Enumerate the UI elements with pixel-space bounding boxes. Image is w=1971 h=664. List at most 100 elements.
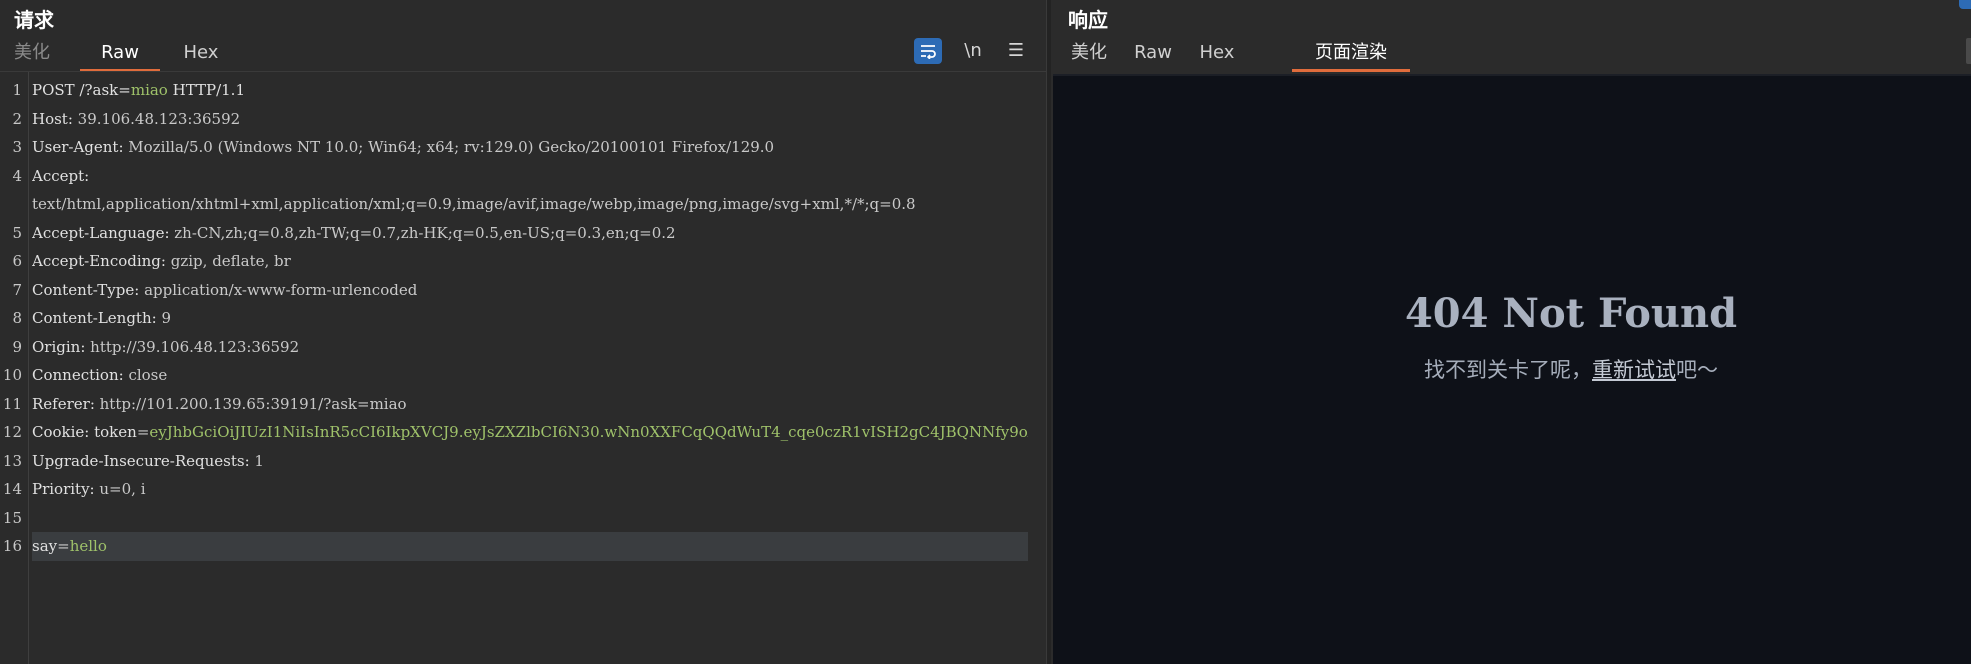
line-content: text/html,application/xhtml+xml,applicat… <box>32 190 1028 219</box>
request-pane-title: 请求 <box>14 8 54 32</box>
tab-pretty[interactable]: 美化 <box>1069 38 1109 72</box>
line-content: Accept-Language: zh-CN,zh;q=0.8,zh-TW;q=… <box>32 219 1028 248</box>
code-token: Accept-Language: <box>32 223 175 242</box>
not-found-message-tail: 吧～ <box>1676 358 1718 382</box>
code-token: Content-Length: <box>32 309 162 327</box>
code-line[interactable]: 4 Accept: <box>0 162 1046 191</box>
line-number: 3 <box>12 138 22 156</box>
wrap-lines-icon <box>921 45 936 60</box>
code-line[interactable]: 9 Origin: http://39.106.48.123:36592 <box>0 333 1046 362</box>
line-content: Accept-Encoding: gzip, deflate, br <box>32 247 1028 276</box>
line-content: Origin: http://39.106.48.123:36592 <box>32 333 1028 362</box>
line-number: 4 <box>12 166 22 185</box>
code-token: 9 <box>161 309 171 327</box>
code-token: 39.106.48.123:36592 <box>77 109 241 128</box>
request-pane: 请求 美化 Raw Hex \n ☰ 1 POST /?ask=miao HTTP… <box>0 0 1046 664</box>
code-token: zh-CN,zh;q=0.8,zh-TW;q=0.7,zh-HK;q=0.5,e… <box>174 223 676 242</box>
hamburger-menu-icon: ☰ <box>1007 40 1025 61</box>
line-content <box>32 504 1028 533</box>
retry-link[interactable]: 重新试试 <box>1592 358 1676 382</box>
tab-hex[interactable]: Hex <box>1191 38 1243 72</box>
line-number: 12 <box>2 423 22 441</box>
code-token: Upgrade-Insecure-Requests: <box>32 451 255 470</box>
rendered-page-view: 404 Not Found 找不到关卡了呢，重新试试吧～ <box>1053 74 1971 664</box>
code-token: POST /?ask= <box>32 81 131 99</box>
line-content: Content-Length: 9 <box>32 304 1028 333</box>
code-line[interactable]: 14 Priority: u=0, i <box>0 475 1046 504</box>
code-token: Accept: <box>32 166 90 185</box>
code-token: = <box>57 537 70 555</box>
code-line[interactable]: 5 Accept-Language: zh-CN,zh;q=0.8,zh-TW;q… <box>0 219 1046 248</box>
line-number: 7 <box>12 280 22 299</box>
code-token: Connection: <box>32 366 129 384</box>
code-line[interactable]: 12 Cookie: token=eyJhbGciOiJIUzI1NiIsInR5… <box>0 418 1046 447</box>
code-token: text/html,application/xhtml+xml,applicat… <box>32 195 916 213</box>
code-token: token <box>94 423 137 441</box>
response-pane: 响应 美化 Raw Hex 页面渲染 404 Not Found 找不到关卡了呢… <box>1051 0 1971 664</box>
code-token: Accept-Encoding: <box>32 252 171 270</box>
code-token: u=0, i <box>99 480 146 498</box>
code-token: 1 <box>254 451 264 470</box>
line-number: 11 <box>2 394 22 413</box>
code-token: gzip, deflate, br <box>170 252 291 270</box>
response-tabs: 美化 Raw Hex 页面渲染 <box>1051 38 1971 72</box>
line-number: 10 <box>2 366 22 384</box>
line-content: Cookie: token=eyJhbGciOiJIUzI1NiIsInR5cC… <box>32 418 1028 447</box>
code-token: say <box>32 537 58 555</box>
code-token: Mozilla/5.0 (Windows NT 10.0; Win64; x64… <box>128 138 775 156</box>
code-token: Priority: <box>32 480 100 498</box>
request-menu-button[interactable]: ☰ <box>1002 38 1030 64</box>
response-pane-title: 响应 <box>1068 8 1108 32</box>
code-line[interactable]: 6 Accept-Encoding: gzip, deflate, br <box>0 247 1046 276</box>
code-line[interactable]: text/html,application/xhtml+xml,applicat… <box>0 190 1046 219</box>
code-line[interactable]: 10 Connection: close <box>0 361 1046 390</box>
code-token: HTTP/1.1 <box>167 81 245 99</box>
line-number: 2 <box>12 109 22 128</box>
line-content: POST /?ask=miao HTTP/1.1 <box>32 76 1028 105</box>
code-line[interactable]: 13 Upgrade-Insecure-Requests: 1 <box>0 447 1046 476</box>
code-line[interactable]: 3 User-Agent: Mozilla/5.0 (Windows NT 10.… <box>0 133 1046 162</box>
line-content: Upgrade-Insecure-Requests: 1 <box>32 447 1028 476</box>
request-tabs: 美化 Raw Hex <box>0 38 1046 72</box>
code-line[interactable]: 7 Content-Type: application/x-www-form-ur… <box>0 276 1046 305</box>
code-token: = <box>136 423 150 441</box>
scrollbar-handle[interactable] <box>1966 38 1971 64</box>
code-line[interactable]: 11 Referer: http://101.200.139.65:39191/?… <box>0 390 1046 419</box>
line-content: Host: 39.106.48.123:36592 <box>32 105 1028 134</box>
line-content: Referer: http://101.200.139.65:39191/?as… <box>32 390 1028 419</box>
line-number: 6 <box>12 252 22 270</box>
code-line[interactable]: 16 say=hello <box>0 532 1046 561</box>
line-content: Accept: <box>32 162 1028 191</box>
line-number: 13 <box>2 451 22 470</box>
code-line[interactable]: 1 POST /?ask=miao HTTP/1.1 <box>0 76 1046 105</box>
corner-indicator <box>1959 0 1971 9</box>
code-token: Content-Type: <box>32 280 145 299</box>
code-line[interactable]: 15 <box>0 504 1046 533</box>
code-token: hello <box>69 537 107 555</box>
code-token: application/x-www-form-urlencoded <box>144 280 418 299</box>
wrap-lines-button[interactable] <box>914 38 942 64</box>
code-line[interactable]: 2 Host: 39.106.48.123:36592 <box>0 105 1046 134</box>
code-line[interactable]: 8 Content-Length: 9 <box>0 304 1046 333</box>
line-content: say=hello <box>32 532 1028 561</box>
request-editor[interactable]: 1 POST /?ask=miao HTTP/1.1 2 Host: 39.106.4… <box>0 72 1046 664</box>
show-newlines-button[interactable]: \n <box>959 38 987 64</box>
tab-pretty[interactable]: 美化 <box>14 38 50 72</box>
tab-raw[interactable]: Raw <box>80 38 160 72</box>
not-found-message-text: 找不到关卡了呢， <box>1424 358 1592 382</box>
line-content: Content-Type: application/x-www-form-url… <box>32 276 1028 305</box>
not-found-heading: 404 Not Found <box>1404 290 1738 337</box>
tab-hex[interactable]: Hex <box>176 38 226 72</box>
code-token: eyJhbGciOiJIUzI1NiIsInR5cCI6IkpXVCJ9.eyJ… <box>149 423 1028 441</box>
code-token: miao <box>130 81 168 99</box>
code-token: Host: <box>32 109 78 128</box>
line-number: 5 <box>12 223 22 242</box>
tab-raw[interactable]: Raw <box>1133 38 1173 72</box>
line-content: Priority: u=0, i <box>32 475 1028 504</box>
not-found-message: 找不到关卡了呢，重新试试吧～ <box>1053 354 1971 384</box>
tab-render[interactable]: 页面渲染 <box>1292 38 1410 72</box>
code-token: Cookie: <box>32 423 95 441</box>
code-token: Referer: <box>32 394 100 413</box>
line-number: 8 <box>12 309 22 327</box>
line-content: User-Agent: Mozilla/5.0 (Windows NT 10.0… <box>32 133 1028 162</box>
